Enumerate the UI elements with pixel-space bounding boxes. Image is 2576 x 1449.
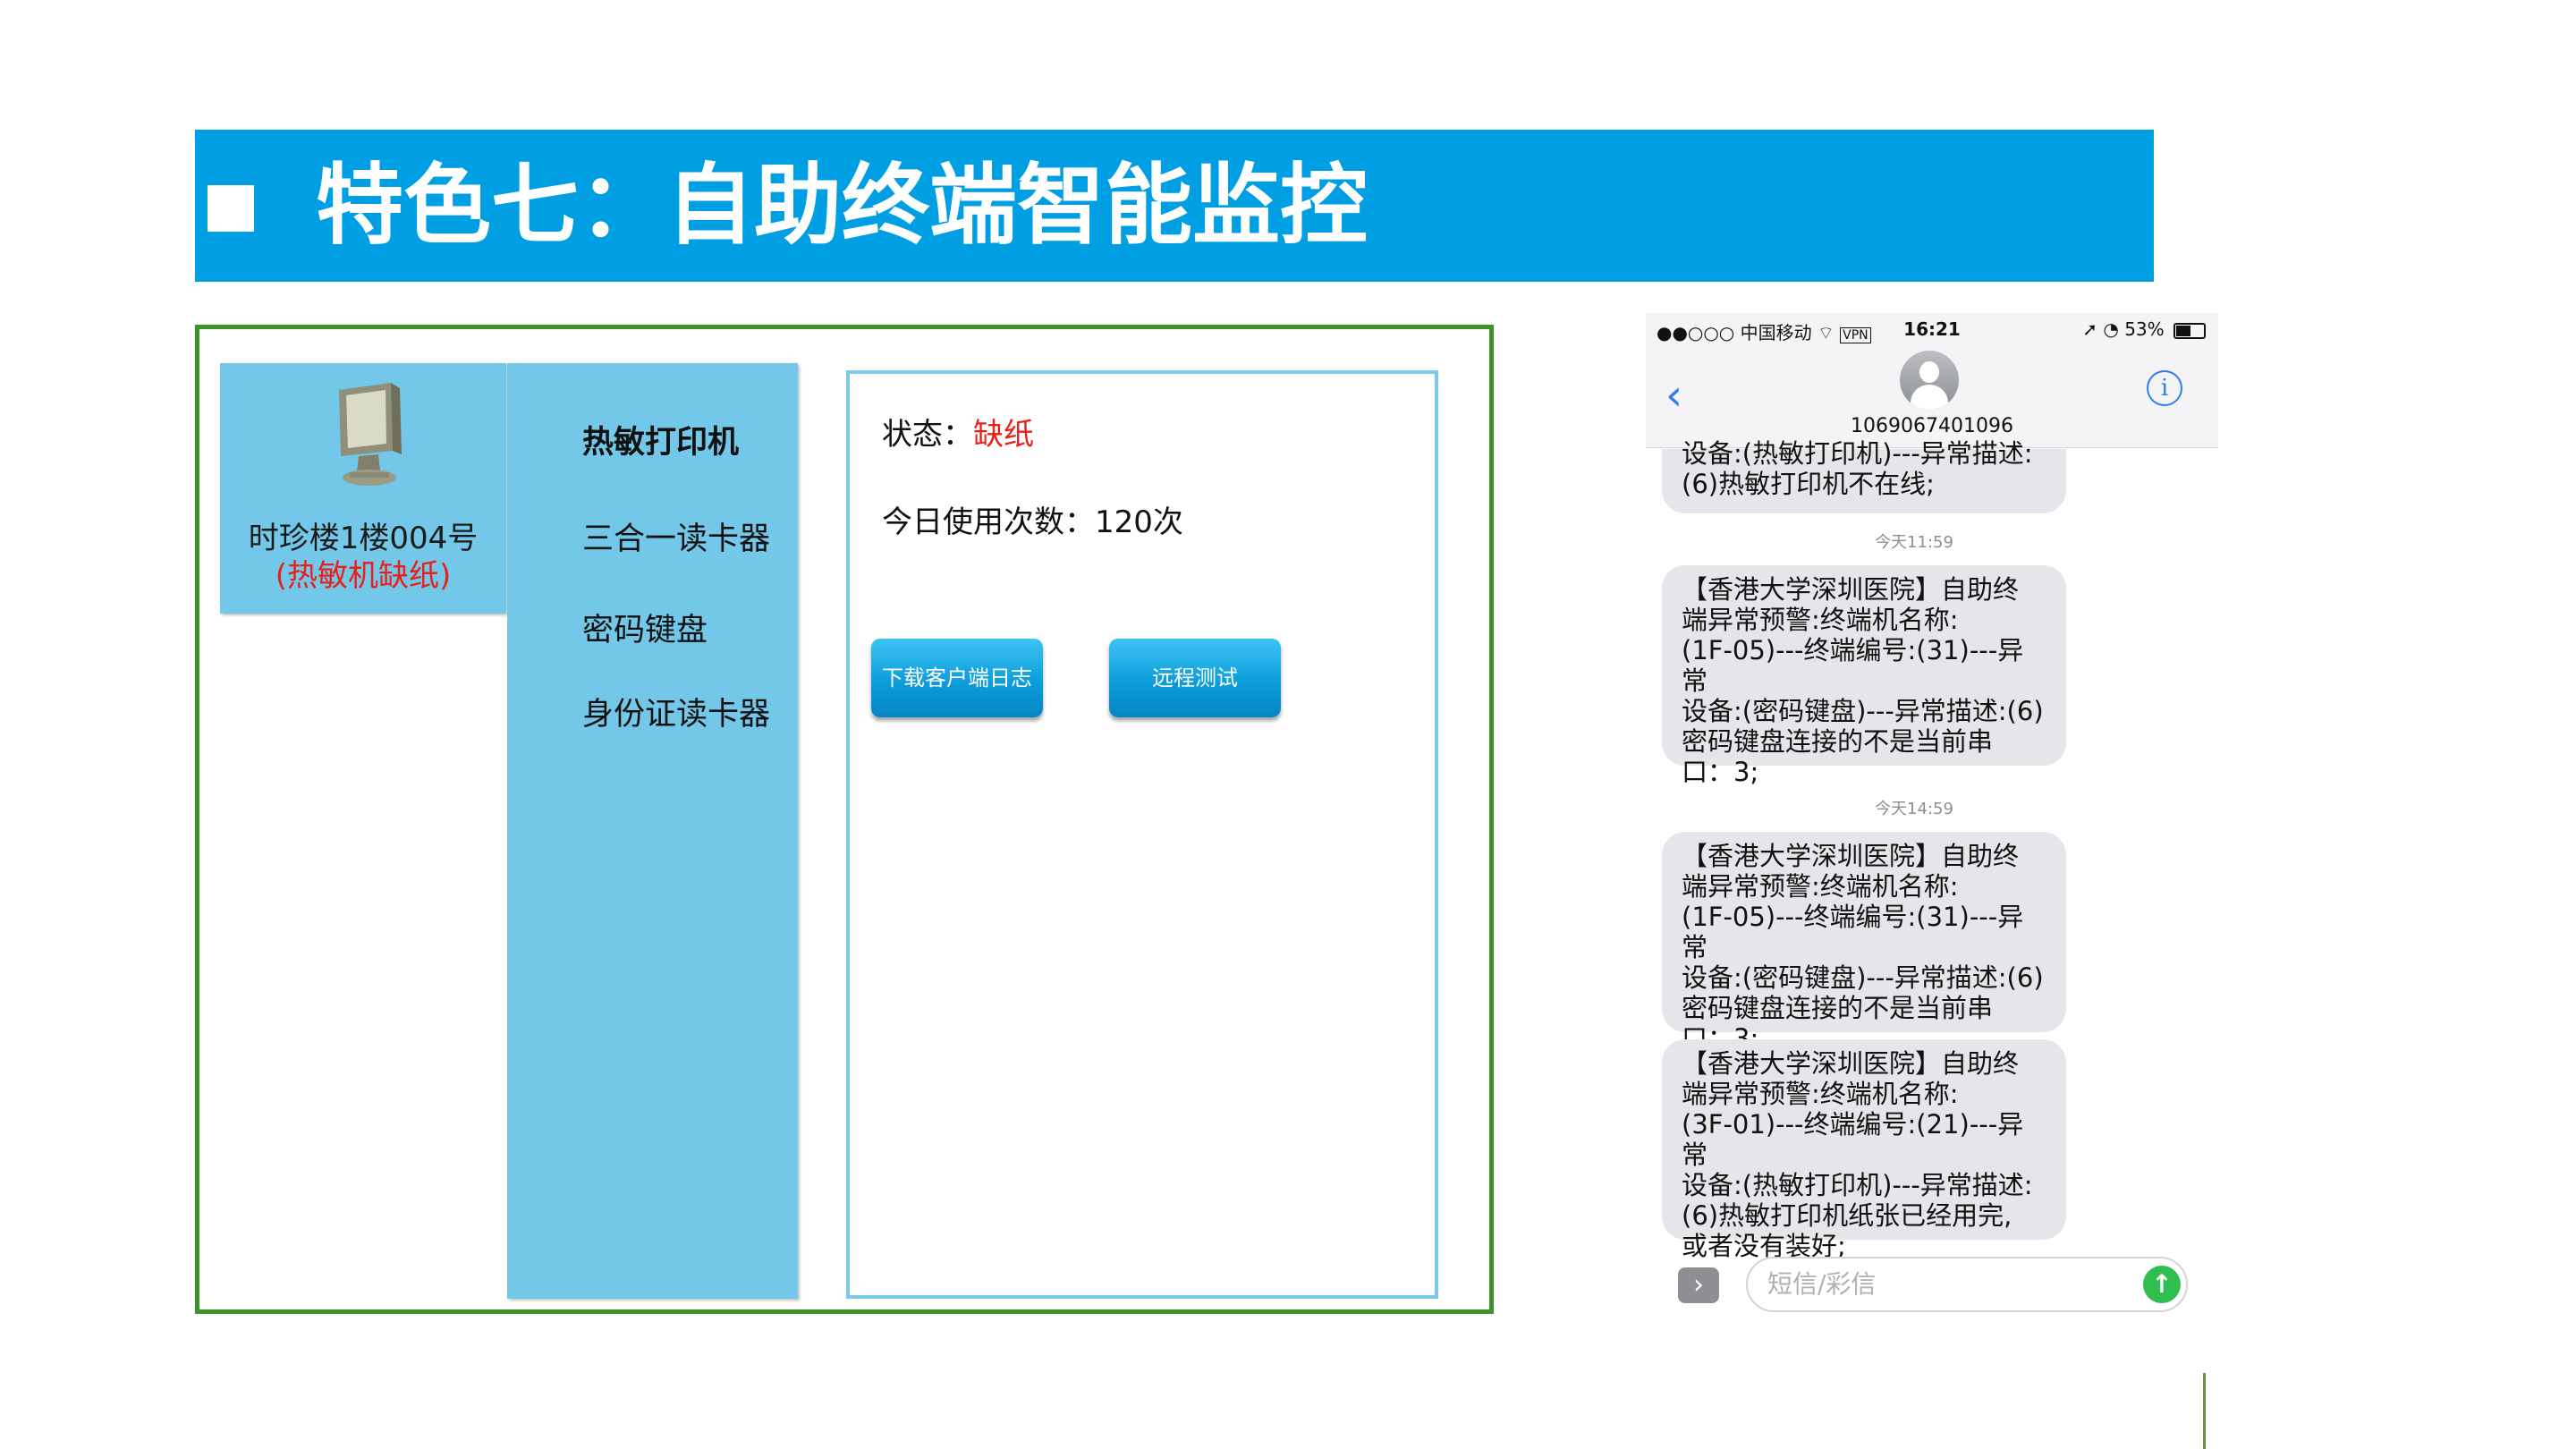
phone-sms-screenshot: ●●○○○ 中国移动 ⌔ VPN 16:21 ➚ ◔ 53% ‹ 1069067…	[1646, 313, 2218, 1342]
battery-percent: 53%	[2124, 318, 2165, 340]
status-value: 缺纸	[973, 417, 1034, 453]
avatar-head	[1919, 361, 1939, 383]
terminal-alert: (热敏机缺纸)	[275, 558, 452, 594]
sms-input[interactable]: 短信/彩信 ↑	[1746, 1257, 2188, 1312]
device-menu: 热敏打印机 三合一读卡器 密码键盘 身份证读卡器	[507, 363, 798, 1299]
bullet-square-icon	[208, 185, 254, 232]
device-detail-panel: 状态：缺纸 今日使用次数：120次 下载客户端日志 远程测试	[846, 370, 1438, 1299]
back-chevron-icon[interactable]: ‹	[1665, 374, 1682, 417]
location-icon: ➚	[2082, 318, 2098, 340]
remote-test-button[interactable]: 远程测试	[1109, 639, 1281, 717]
status-bar: ●●○○○ 中国移动 ⌔ VPN 16:21 ➚ ◔ 53%	[1646, 313, 2218, 343]
usage-line: 今日使用次数：120次	[882, 497, 1183, 541]
message-bubble[interactable]: 【香港大学深圳医院】自助终 端异常预警:终端机名称: (3F-01)---终端编…	[1662, 1039, 2066, 1261]
message-bubble[interactable]: 【香港大学深圳医院】自助终 端异常预警:终端机名称: (1F-05)---终端编…	[1662, 832, 2066, 1054]
message-bubble[interactable]: 【香港大学深圳医院】自助终 端异常预警:终端机名称: (1F-05)---终端编…	[1662, 565, 2066, 787]
sms-input-placeholder: 短信/彩信	[1767, 1269, 1877, 1299]
avatar-body	[1911, 385, 1948, 410]
usage-label: 今日使用次数：	[882, 504, 1095, 540]
status-right: ➚ ◔ 53%	[2082, 318, 2206, 340]
device-item-card-reader[interactable]: 三合一读卡器	[582, 513, 770, 559]
message-timestamp: 今天14:59	[1875, 800, 1953, 818]
battery-icon	[2174, 322, 2206, 339]
alarm-icon: ◔	[2103, 318, 2119, 340]
slide-title: 特色七：自助终端智能监控	[316, 155, 1368, 257]
usage-value: 120次	[1095, 504, 1183, 540]
contact-avatar[interactable]	[1900, 351, 1959, 410]
device-item-pin-pad[interactable]: 密码键盘	[582, 605, 708, 650]
terminal-card[interactable]: 时珍楼1楼004号 (热敏机缺纸)	[220, 363, 506, 614]
info-icon[interactable]: i	[2147, 370, 2182, 406]
decorative-divider	[2203, 1373, 2206, 1449]
contact-number[interactable]: 1069067401096	[1646, 415, 2218, 437]
message-input-bar: › 短信/彩信 ↑	[1646, 1248, 2218, 1328]
message-bubble-partial: 设备:(热敏打印机)---异常描述: (6)热敏打印机不在线;	[1662, 438, 2066, 513]
title-banner: 特色七：自助终端智能监控	[195, 130, 2154, 282]
send-arrow-icon[interactable]: ↑	[2143, 1266, 2181, 1303]
device-item-id-card-reader[interactable]: 身份证读卡器	[582, 689, 770, 734]
download-log-button[interactable]: 下载客户端日志	[871, 639, 1043, 717]
sms-header: ‹ 1069067401096 i	[1646, 343, 2218, 448]
computer-icon	[339, 383, 402, 486]
status-label: 状态：	[882, 417, 973, 453]
message-timestamp: 今天11:59	[1875, 533, 1953, 552]
device-item-thermal-printer[interactable]: 热敏打印机	[582, 417, 739, 462]
message-text: 设备:(热敏打印机)---异常描述: (6)热敏打印机不在线;	[1682, 438, 2033, 499]
expand-apps-button[interactable]: ›	[1678, 1267, 1719, 1303]
status-line: 状态：缺纸	[882, 410, 1034, 453]
